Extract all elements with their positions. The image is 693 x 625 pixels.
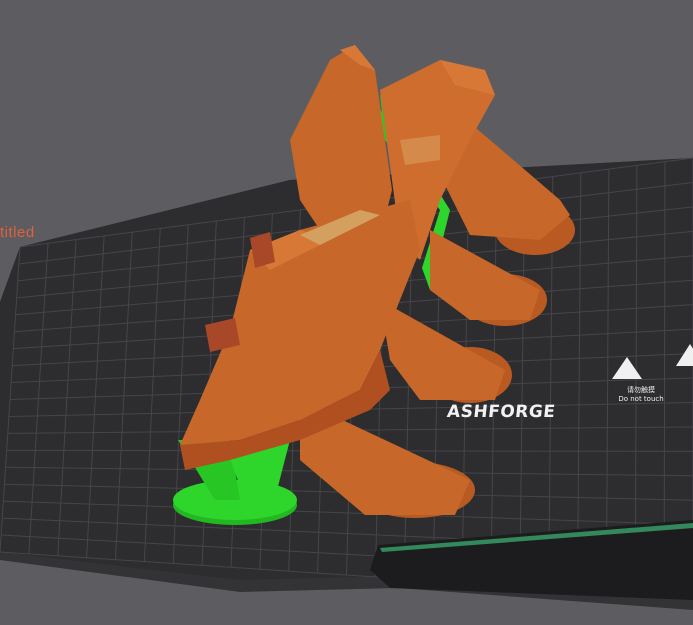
warning-en-text: Do not touch	[618, 395, 664, 403]
plate-name-label[interactable]: titled	[0, 224, 35, 241]
hand-warning-icon-2	[676, 344, 693, 366]
warning-cn-text: 请勿触摸	[627, 386, 655, 394]
plate-brand-logo: ASHFORGE	[445, 402, 557, 422]
3d-viewport[interactable]: titled ASHFORGE 请勿触摸 Do not touch	[0, 0, 693, 625]
do-not-touch-label: 请勿触摸 Do not touch	[601, 364, 681, 404]
scene-svg[interactable]	[0, 0, 693, 625]
